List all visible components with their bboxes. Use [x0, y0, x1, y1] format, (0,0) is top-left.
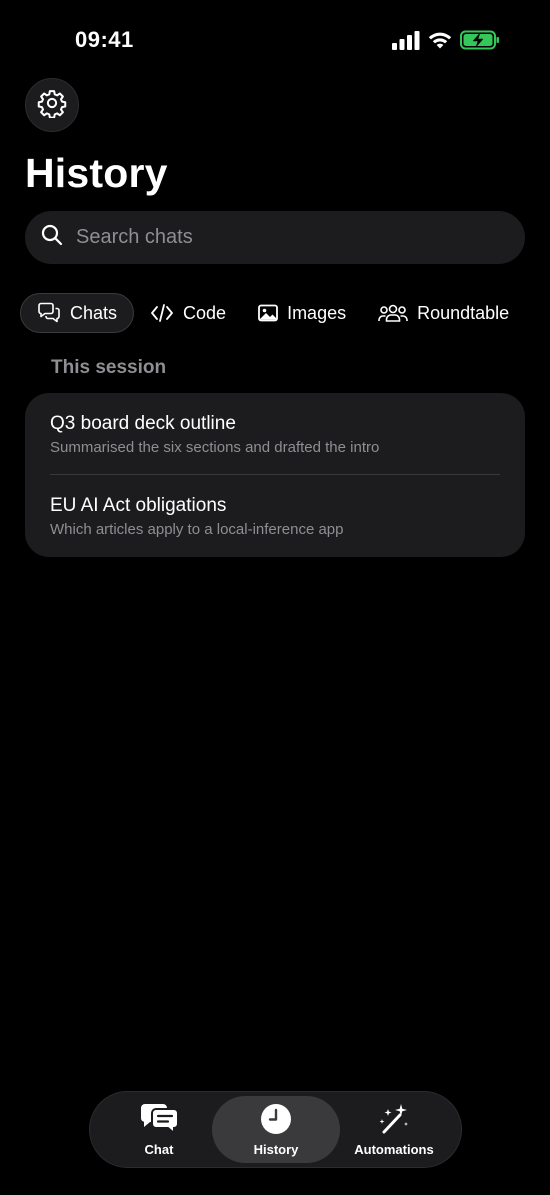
search-bar[interactable] — [25, 211, 525, 264]
section-label: This session — [51, 357, 167, 378]
clock-icon — [260, 1103, 292, 1138]
nav-label: Automations — [354, 1141, 434, 1157]
list-item-subtitle: Which articles apply to a local-inferenc… — [50, 521, 344, 538]
nav-label: Chat — [144, 1141, 174, 1157]
status-icons — [392, 30, 500, 55]
tab-label: Roundtable — [417, 302, 510, 323]
tab-roundtable[interactable]: Roundtable — [362, 293, 525, 333]
image-icon — [258, 304, 278, 322]
cellular-signal-icon — [392, 30, 420, 55]
battery-charging-icon — [460, 30, 500, 55]
page-title: History — [25, 150, 168, 196]
list-item[interactable]: Q3 board deck outline Summarised the six… — [50, 393, 500, 475]
tab-label: Code — [183, 302, 227, 323]
bottom-nav: Chat History Automations — [89, 1091, 462, 1168]
settings-button[interactable] — [25, 78, 79, 132]
people-icon — [378, 303, 408, 323]
tab-code[interactable]: Code — [134, 293, 242, 333]
nav-label: History — [253, 1141, 299, 1157]
nav-chat[interactable]: Chat — [110, 1096, 208, 1163]
search-input[interactable] — [74, 225, 498, 250]
status-bar: 09:41 — [0, 0, 550, 80]
list-item-subtitle: Summarised the six sections and drafted … — [50, 439, 380, 456]
wifi-icon — [427, 31, 453, 55]
filter-tabs: Chats Code Images Roundtable — [20, 293, 525, 333]
tab-label: Images — [287, 302, 347, 323]
list-item[interactable]: EU AI Act obligations Which articles app… — [50, 475, 500, 557]
gear-icon — [37, 88, 67, 123]
list-item-title: Q3 board deck outline — [50, 413, 236, 434]
tab-label: Chats — [70, 302, 118, 323]
chat-bubbles-icon — [37, 302, 61, 324]
magic-wand-icon — [378, 1103, 410, 1138]
status-time: 09:41 — [75, 27, 134, 52]
tab-images[interactable]: Images — [242, 293, 362, 333]
nav-automations[interactable]: Automations — [340, 1096, 448, 1163]
tab-chats[interactable]: Chats — [20, 293, 135, 333]
code-icon — [150, 303, 174, 323]
nav-history[interactable]: History — [212, 1096, 340, 1163]
chat-list-card: Q3 board deck outline Summarised the six… — [25, 393, 525, 557]
list-item-title: EU AI Act obligations — [50, 495, 227, 516]
chat-icon — [138, 1103, 180, 1138]
search-icon — [40, 223, 64, 252]
